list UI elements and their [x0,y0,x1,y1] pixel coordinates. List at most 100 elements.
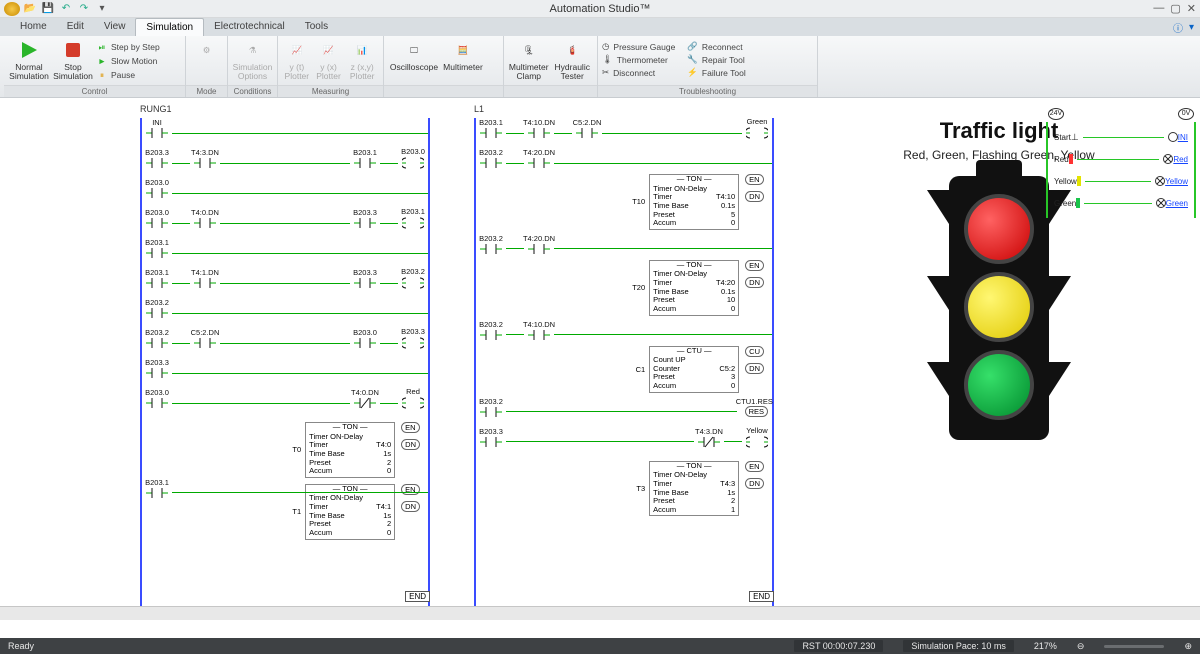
rung[interactable]: B203.3 [142,358,428,388]
horizontal-scrollbar[interactable] [0,606,1200,620]
window-maximize-icon[interactable]: ▢ [1170,2,1180,15]
window-close-icon[interactable]: ✕ [1187,2,1196,15]
mode-button[interactable]: ⚙ [190,39,223,61]
contact[interactable]: T4:3.DN [698,436,720,448]
ctu-reset[interactable]: CTU1.RESRES [741,406,768,417]
instruction-ton[interactable]: — TON —Timer ON-DelayTimerT4:0Time Base1… [305,422,395,478]
rung[interactable]: B203.2 T4:10.DN [476,320,772,350]
rung[interactable]: B203.3 T4:3.DN Yellow [476,427,772,457]
multimeter-button[interactable]: 🧮Multimeter [442,39,484,72]
reconnect-button[interactable]: 🔗Reconnect [687,41,745,52]
oscilloscope-button[interactable]: 🖵Oscilloscope [388,39,440,72]
hydraulic-tester-button[interactable]: 🧯Hydraulic Tester [552,39,594,81]
contact[interactable]: B203.0 [146,187,168,199]
contact[interactable]: B203.1 [146,247,168,259]
contact[interactable]: B203.0 [354,337,376,349]
pause-button[interactable]: ⏸Pause [96,69,160,81]
output-coil[interactable]: B203.2 [402,276,424,290]
zoom-out-icon[interactable]: ⊖ [1077,641,1085,652]
instruction-ton[interactable]: — TON —Timer ON-DelayTimerT4:3Time Base1… [649,461,739,517]
contact[interactable]: B203.2 [146,307,168,319]
contact[interactable]: B203.2 [480,157,502,169]
pressure-gauge-button[interactable]: ◷Pressure Gauge [602,41,675,52]
contact[interactable]: T4:10.DN [528,127,550,139]
contact[interactable]: T4:20.DN [528,243,550,255]
normal-simulation-button[interactable]: Normal Simulation [8,39,50,81]
contact[interactable]: T4:1.DN [194,277,216,289]
contact[interactable]: T4:0.DN [354,397,376,409]
qat-save-icon[interactable]: 💾 [40,2,56,16]
rung[interactable]: B203.1 [142,238,428,268]
rung[interactable]: B203.2 [142,298,428,328]
rung[interactable]: INI [142,118,428,148]
rung[interactable]: B203.2 T4:20.DN [476,234,772,264]
contact[interactable]: B203.1 [354,157,376,169]
rung[interactable]: B203.1 T4:10.DN C5:2.DN Green [476,118,772,148]
output-coil[interactable]: Green [746,126,768,140]
contact[interactable]: B203.0 [146,397,168,409]
rung[interactable]: B203.0 T4:0.DN Red [142,388,428,418]
diagram-canvas[interactable]: RUNG1 INIB203.3T4:3.DNB203.1B203.0B203.0… [0,98,1200,620]
contact[interactable]: B203.2 [480,406,502,418]
contact[interactable]: B203.1 [146,277,168,289]
ladder2-rails[interactable]: B203.1 T4:10.DN C5:2.DN Green B203.2 T4:20.DN… [474,118,774,608]
contact[interactable]: B203.2 [480,243,502,255]
contact[interactable]: INI [146,127,168,139]
disconnect-button[interactable]: ✂Disconnect [602,67,675,78]
tab-simulation[interactable]: Simulation [135,18,204,36]
instruction-ton[interactable]: — TON —Timer ON-DelayTimerT4:20Time Base… [649,260,739,316]
instruction-ctu[interactable]: — CTU —Count UPCounterC5:2Preset3Accum0 [649,346,739,393]
rung[interactable]: B203.2 T4:20.DN [476,148,772,178]
qat-logo-icon[interactable] [4,2,20,16]
contact[interactable]: B203.3 [480,436,502,448]
qat-dropdown-icon[interactable]: ▾ [94,2,110,16]
tab-view[interactable]: View [94,18,136,36]
failure-tool-button[interactable]: ⚡Failure Tool [687,67,745,78]
rung[interactable]: B203.1 T4:1.DN B203.3 B203.2 [142,268,428,298]
rung[interactable]: B203.3 T4:3.DN B203.1 B203.0 [142,148,428,178]
output-coil[interactable]: B203.3 [402,336,424,350]
ribbon-dropdown-icon[interactable]: ▾ [1189,22,1194,33]
yx-plotter-button[interactable]: 📈y (x) Plotter [314,39,344,81]
multimeter-clamp-button[interactable]: 🗜Multimeter Clamp [508,39,550,81]
tab-electrotechnical[interactable]: Electrotechnical [204,18,295,36]
zoom-slider[interactable] [1104,645,1164,648]
contact[interactable]: T4:3.DN [194,157,216,169]
thermometer-button[interactable]: 🌡Thermometer [602,54,675,65]
yt-plotter-button[interactable]: 📈y (t) Plotter [282,39,312,81]
contact[interactable]: B203.2 [480,329,502,341]
tab-edit[interactable]: Edit [57,18,94,36]
output-coil[interactable]: B203.1 [402,216,424,230]
output-coil[interactable]: B203.0 [402,156,424,170]
step-by-step-button[interactable]: ⏯Step by Step [96,41,160,53]
contact[interactable]: C5:2.DN [576,127,598,139]
contact[interactable]: B203.3 [146,157,168,169]
contact[interactable]: B203.3 [354,277,376,289]
tab-tools[interactable]: Tools [295,18,338,36]
rung[interactable]: B203.2 CTU1.RESRES [476,397,772,427]
contact[interactable]: B203.1 [146,487,168,499]
qat-open-icon[interactable]: 📂 [22,2,38,16]
contact[interactable]: B203.1 [480,127,502,139]
contact[interactable]: T4:20.DN [528,157,550,169]
contact[interactable]: B203.0 [146,217,168,229]
slow-motion-button[interactable]: ►Slow Motion [96,55,160,67]
rung[interactable]: B203.0T4:0.DNB203.3B203.1 [142,208,428,238]
qat-undo-icon[interactable]: ↶ [58,2,74,16]
qat-redo-icon[interactable]: ↷ [76,2,92,16]
help-icon[interactable]: ⓘ [1173,20,1183,35]
zoom-in-icon[interactable]: ⊕ [1184,641,1192,652]
window-minimize-icon[interactable]: — [1153,2,1164,15]
contact[interactable]: C5:2.DN [194,337,216,349]
rung[interactable]: B203.1 [142,478,428,508]
contact[interactable]: T4:0.DN [194,217,216,229]
rung[interactable]: B203.0 [142,178,428,208]
zxy-plotter-button[interactable]: 📊z (x,y) Plotter [345,39,379,81]
simulation-options-button[interactable]: ⚗ Simulation Options [232,39,273,81]
instruction-ton[interactable]: — TON —Timer ON-DelayTimerT4:10Time Base… [649,174,739,230]
contact[interactable]: B203.3 [146,367,168,379]
contact[interactable]: T4:10.DN [528,329,550,341]
output-coil[interactable]: Red [402,396,424,410]
rung[interactable]: B203.2C5:2.DNB203.0B203.3 [142,328,428,358]
output-coil[interactable]: Yellow [746,435,768,449]
